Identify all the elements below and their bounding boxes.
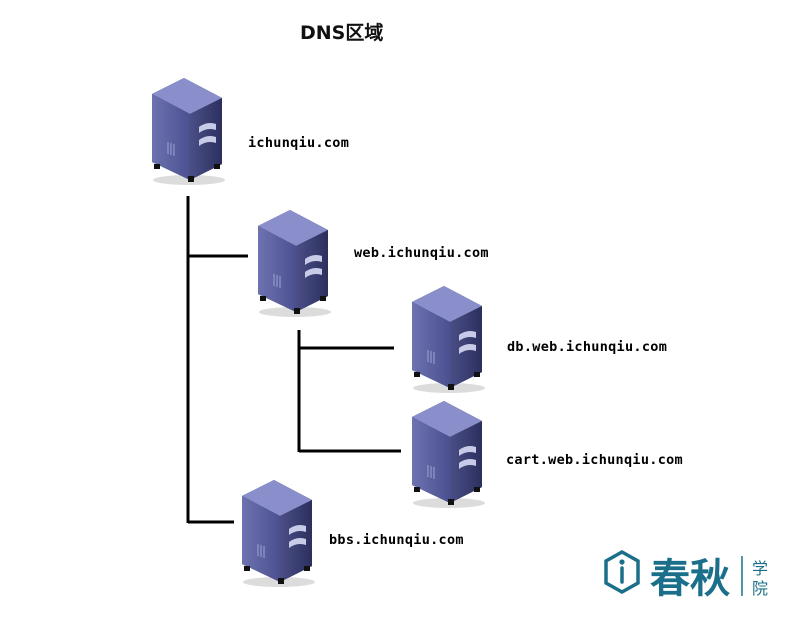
server-icon	[250, 204, 340, 319]
logo-sub-text-2: 院	[752, 579, 768, 598]
node-label-db: db.web.ichunqiu.com	[507, 339, 668, 355]
node-label-bbs: bbs.ichunqiu.com	[329, 532, 464, 548]
logo-sub-text: 学	[752, 559, 768, 578]
server-icon	[404, 395, 494, 510]
ichunqiu-logo: 春秋 学 院	[604, 548, 794, 604]
logo-mark-icon	[604, 549, 640, 595]
node-label-cart: cart.web.ichunqiu.com	[506, 452, 683, 468]
node-label-web: web.ichunqiu.com	[354, 245, 489, 261]
server-icon	[234, 474, 324, 589]
logo-brand-text: 春秋	[650, 556, 730, 602]
node-label-root: ichunqiu.com	[248, 135, 350, 151]
server-icon	[404, 280, 494, 395]
server-icon	[144, 72, 234, 187]
